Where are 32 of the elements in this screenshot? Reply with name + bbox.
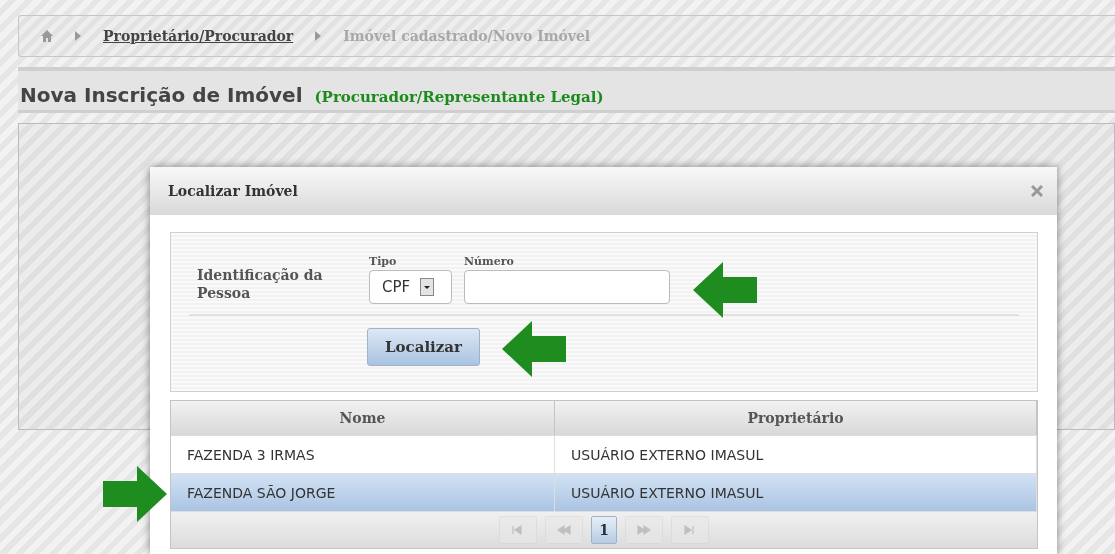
type-select[interactable]: CPF: [369, 270, 452, 304]
number-field[interactable]: [464, 270, 670, 304]
close-icon[interactable]: [1031, 185, 1043, 197]
chevron-icon: [315, 31, 322, 41]
table-cell: FAZENDA SÃO JORGE: [171, 474, 555, 511]
dropdown-icon: [420, 278, 435, 296]
field-label: Número: [464, 255, 515, 268]
page-subtitle: (Procurador/Representante Legal): [314, 88, 604, 106]
chevron-icon: [75, 31, 81, 41]
field-label: Identificação da Pessoa: [197, 266, 324, 302]
skip-icon: [683, 524, 697, 536]
column-header: Nome: [171, 401, 555, 435]
breadcrumb-link[interactable]: Proprietário/Procurador: [103, 28, 294, 44]
breadcrumb-current: Imóvel cadastrado/Novo Imóvel: [343, 28, 591, 44]
table-row[interactable]: FAZENDA SÃO JORGE USUÁRIO EXTERNO IMASUL: [171, 474, 1037, 512]
search-button[interactable]: Localizar: [367, 328, 480, 366]
dialog-title: Localizar Imóvel: [168, 183, 298, 199]
skip-icon: [511, 524, 525, 536]
double-chevron-icon: [637, 524, 651, 536]
field-label: Tipo: [369, 255, 398, 268]
table-cell: USUÁRIO EXTERNO IMASUL: [555, 436, 1037, 473]
column-header: Proprietário: [555, 401, 1037, 435]
page-title: Nova Inscrição de Imóvel: [20, 83, 303, 107]
table-cell: USUÁRIO EXTERNO IMASUL: [555, 474, 1037, 511]
arrow-icon: [103, 466, 167, 522]
double-chevron-icon: [557, 524, 571, 536]
arrow-icon: [502, 321, 566, 377]
arrow-icon: [693, 262, 757, 318]
table-row[interactable]: FAZENDA 3 IRMAS USUÁRIO EXTERNO IMASUL: [171, 436, 1037, 474]
home-icon[interactable]: [41, 30, 53, 42]
page-button[interactable]: 1: [591, 516, 617, 544]
table-cell: FAZENDA 3 IRMAS: [171, 436, 555, 473]
